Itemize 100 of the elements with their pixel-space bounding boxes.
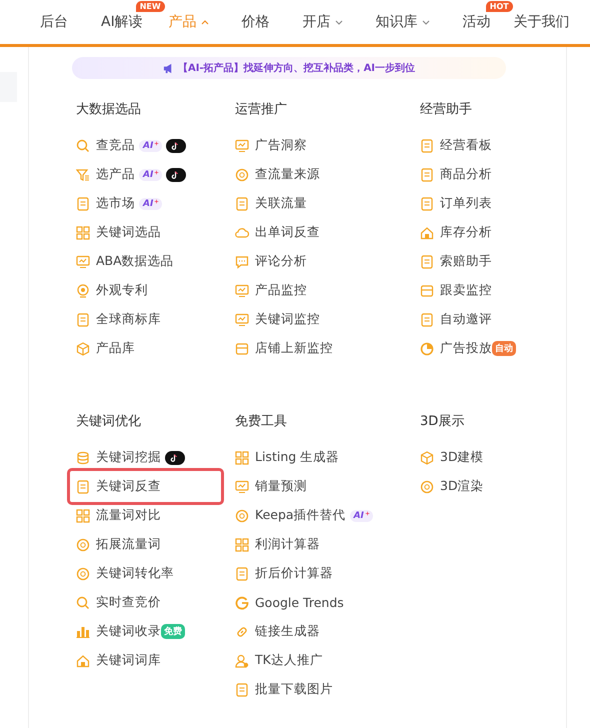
menu-item[interactable]: Listing 生成器: [235, 449, 340, 466]
menu-item[interactable]: 跟卖监控: [420, 282, 492, 299]
nav-tab[interactable]: 后台: [40, 13, 68, 31]
section-heading: 关键词优化: [76, 413, 142, 431]
section-heading: 经营助手: [420, 101, 473, 119]
menu-item[interactable]: 商品分析: [420, 166, 492, 183]
menu-item[interactable]: 订单列表: [420, 195, 492, 212]
grid-icon: [235, 450, 249, 464]
menu-item[interactable]: 3D建模: [420, 449, 484, 466]
house-icon: [76, 654, 90, 668]
document-icon: [420, 196, 434, 210]
menu-item[interactable]: 关键词收录: [76, 623, 161, 640]
menu-item[interactable]: 查流量来源: [235, 166, 320, 183]
menu-item[interactable]: 广告洞察: [235, 137, 307, 154]
section-heading: 大数据选品: [76, 101, 142, 119]
pin-icon: [76, 284, 90, 298]
circle-icon: [235, 168, 249, 182]
tiktok-badge-icon: [165, 450, 185, 464]
monitor-icon: [235, 312, 249, 326]
menu-item[interactable]: 出单词反查: [235, 224, 320, 241]
magnifier-icon: [76, 596, 90, 610]
menu-item[interactable]: 查竞品: [76, 137, 135, 154]
menu-item[interactable]: 产品监控: [235, 282, 307, 299]
menu-item[interactable]: 实时查竞价: [76, 594, 161, 611]
menu-item[interactable]: 全球商标库: [76, 311, 161, 328]
grid-icon: [76, 508, 90, 522]
menu-item[interactable]: TK达人推广: [235, 652, 323, 669]
user-icon: [235, 654, 249, 668]
document-icon: [420, 138, 434, 152]
menu-item[interactable]: 评论分析: [235, 253, 307, 270]
menu-item[interactable]: 经营看板: [420, 137, 492, 154]
menu-item[interactable]: 自动邀评: [420, 311, 492, 328]
nav-tab[interactable]: 价格: [242, 13, 270, 31]
menu-item[interactable]: ABA数据选品: [76, 253, 174, 270]
menu-item[interactable]: 选产品: [76, 166, 135, 183]
menu-item[interactable]: 关键词反查: [70, 471, 221, 502]
menu-item[interactable]: 关键词转化率: [76, 565, 174, 582]
grid-icon: [235, 538, 249, 552]
circle-icon: [235, 508, 249, 522]
menu-item[interactable]: 折后价计算器: [235, 565, 333, 582]
database-icon: [76, 450, 90, 464]
link-icon: [235, 624, 249, 638]
nav-tab[interactable]: AI解读: [101, 13, 143, 31]
menu-item[interactable]: 流量词对比: [76, 507, 161, 524]
auto-badge: 自动: [492, 341, 516, 356]
free-badge: 免费: [161, 624, 185, 639]
document-icon: [235, 566, 249, 580]
tiktok-badge-icon: [166, 138, 186, 152]
nav-tab[interactable]: 知识库: [376, 13, 418, 31]
ai-badge: AI: [350, 510, 373, 522]
menu-item[interactable]: 外观专利: [76, 282, 148, 299]
monitor-icon: [76, 254, 90, 268]
document-icon: [76, 312, 90, 326]
menu-item[interactable]: 广告投放: [420, 340, 492, 357]
house-icon: [420, 226, 434, 240]
menu-item[interactable]: 批量下载图片: [235, 681, 333, 698]
menu-item[interactable]: 关联流量: [235, 195, 307, 212]
tray-icon: [235, 342, 249, 356]
monitor-icon: [235, 284, 249, 298]
menu-item[interactable]: 拓展流量词: [76, 536, 161, 553]
monitor-icon: [235, 138, 249, 152]
section-heading: 运营推广: [235, 101, 288, 119]
nav-tab[interactable]: 开店: [302, 13, 331, 31]
menu-item[interactable]: 索赔助手: [420, 253, 492, 270]
section-heading: 免费工具: [235, 413, 288, 431]
menu-item[interactable]: Keepa插件替代: [235, 507, 346, 524]
ai-badge: AI: [139, 168, 162, 180]
cloud-icon: [235, 226, 249, 240]
ai-badge: AI: [139, 198, 162, 210]
document-icon: [420, 254, 434, 268]
menu-item[interactable]: 关键词词库: [76, 652, 161, 669]
menu-item[interactable]: 店铺上新监控: [235, 340, 333, 357]
magnifier-icon: [76, 138, 90, 152]
monitor-icon: [235, 480, 249, 494]
grid-icon: [76, 226, 90, 240]
document-icon: [76, 196, 90, 210]
cube-icon: [420, 450, 434, 464]
menu-item[interactable]: 库存分析: [420, 224, 492, 241]
document-icon: [420, 312, 434, 326]
menu-item[interactable]: 销量预测: [235, 478, 307, 495]
nav-badge: HOT: [486, 1, 513, 12]
circle-icon: [76, 538, 90, 552]
nav-tab[interactable]: 关于我们: [514, 13, 570, 31]
circle-icon: [420, 480, 434, 494]
menu-item[interactable]: 链接生成器: [235, 623, 320, 640]
menu-item[interactable]: 利润计算器: [235, 536, 320, 553]
megaphone-icon: [162, 62, 174, 74]
menu-item[interactable]: Google Trends: [235, 595, 344, 610]
funnel-icon: [76, 168, 90, 182]
promo-banner[interactable]: 【AI-拓产品】找延伸方向、挖互补品类，AI一步到位: [72, 57, 506, 79]
tray-icon: [420, 284, 434, 298]
menu-item[interactable]: 关键词选品: [76, 224, 161, 241]
menu-item[interactable]: 选市场: [76, 195, 135, 212]
menu-item[interactable]: 3D渲染: [420, 478, 484, 495]
menu-item[interactable]: 产品库: [76, 340, 135, 357]
menu-item[interactable]: 关键词监控: [235, 311, 320, 328]
pie-chart-icon: [420, 342, 434, 356]
circle-icon: [76, 566, 90, 580]
nav-tab[interactable]: 活动: [462, 13, 491, 31]
menu-item[interactable]: 关键词挖掘: [76, 449, 161, 466]
